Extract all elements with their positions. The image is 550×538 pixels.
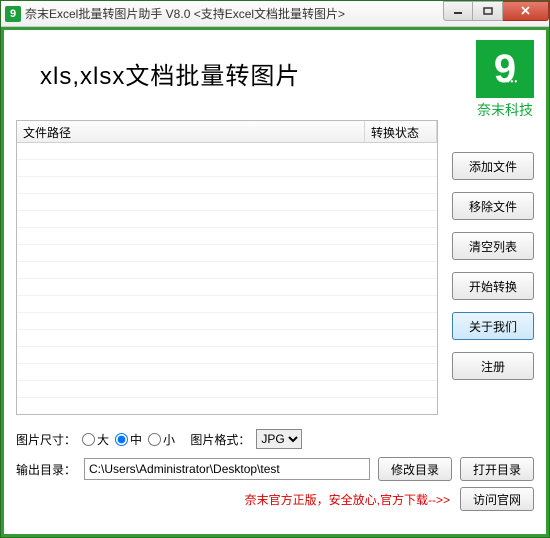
window-controls bbox=[443, 1, 549, 21]
size-large-radio[interactable]: 大 bbox=[82, 431, 109, 448]
clear-list-button[interactable]: 清空列表 bbox=[452, 232, 534, 260]
visit-site-button[interactable]: 访问官网 bbox=[460, 487, 534, 511]
file-table: 文件路径 转换状态 bbox=[16, 120, 438, 415]
size-small-radio[interactable]: 小 bbox=[148, 431, 175, 448]
remove-file-button[interactable]: 移除文件 bbox=[452, 192, 534, 220]
titlebar: 9 奈末Excel批量转图片助手 V8.0 <支持Excel文档批量转图片> bbox=[1, 1, 549, 27]
col-header-status[interactable]: 转换状态 bbox=[365, 121, 437, 142]
app-icon: 9 bbox=[5, 6, 21, 22]
brand-logo: 9••• 奈末科技 bbox=[476, 38, 534, 120]
footer-row: 奈末官方正版，安全放心,官方下载-->> 访问官网 bbox=[16, 487, 534, 511]
start-convert-button[interactable]: 开始转换 bbox=[452, 272, 534, 300]
output-label: 输出目录： bbox=[16, 461, 76, 478]
size-label: 图片尺寸： bbox=[16, 431, 76, 448]
close-button[interactable] bbox=[503, 1, 549, 21]
minimize-button[interactable] bbox=[443, 1, 473, 21]
titlebar-text: 奈末Excel批量转图片助手 V8.0 <支持Excel文档批量转图片> bbox=[25, 5, 443, 22]
output-row: 输出目录： 修改目录 打开目录 bbox=[16, 457, 534, 481]
add-file-button[interactable]: 添加文件 bbox=[452, 152, 534, 180]
about-button[interactable]: 关于我们 bbox=[452, 312, 534, 340]
content-area: xls,xlsx文档批量转图片 9••• 奈末科技 文件路径 转换状态 添加文件… bbox=[1, 27, 549, 537]
table-body[interactable] bbox=[17, 143, 437, 414]
page-title: xls,xlsx文档批量转图片 bbox=[16, 38, 476, 103]
maximize-button[interactable] bbox=[473, 1, 503, 21]
table-row bbox=[17, 143, 437, 160]
options-row: 图片尺寸： 大 中 小 图片格式： JPG bbox=[16, 429, 534, 449]
footer-text: 奈末官方正版，安全放心,官方下载-->> bbox=[245, 491, 450, 508]
register-button[interactable]: 注册 bbox=[452, 352, 534, 380]
open-dir-button[interactable]: 打开目录 bbox=[460, 457, 534, 481]
col-header-path[interactable]: 文件路径 bbox=[17, 121, 365, 142]
brand-name: 奈末科技 bbox=[476, 100, 534, 120]
modify-dir-button[interactable]: 修改目录 bbox=[378, 457, 452, 481]
output-path-input[interactable] bbox=[84, 458, 370, 480]
format-select[interactable]: JPG bbox=[256, 429, 302, 449]
format-label: 图片格式： bbox=[190, 431, 250, 448]
size-medium-radio[interactable]: 中 bbox=[115, 431, 142, 448]
app-window: 9 奈末Excel批量转图片助手 V8.0 <支持Excel文档批量转图片> x… bbox=[0, 0, 550, 538]
